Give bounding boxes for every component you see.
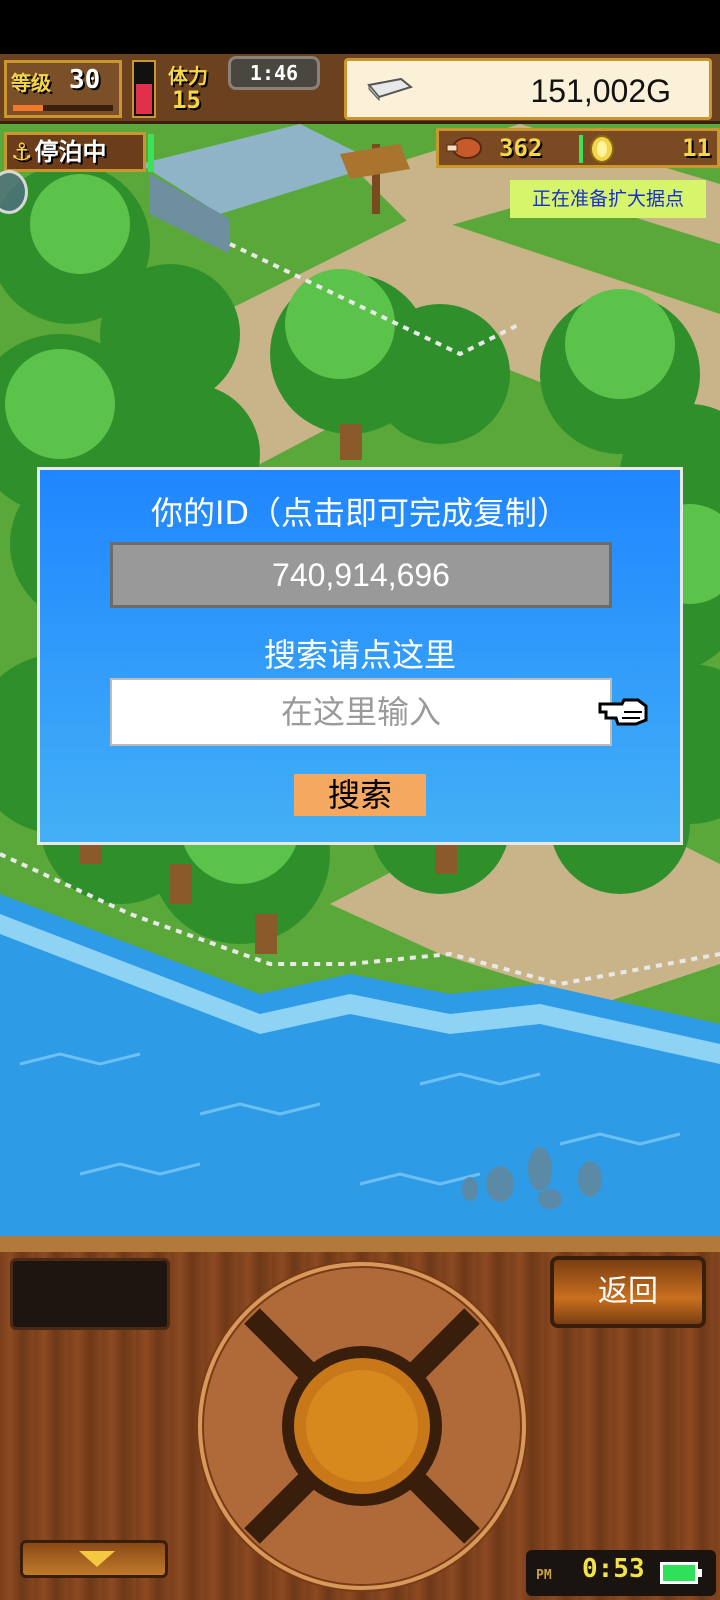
system-status-band	[0, 0, 720, 54]
anchored-label: 停泊中	[34, 138, 107, 166]
medal-icon	[590, 135, 614, 163]
xp-bar	[13, 105, 113, 111]
battery-icon	[660, 1562, 702, 1584]
clock-ampm: PM	[536, 1568, 552, 1583]
anchor-indicator	[148, 134, 154, 172]
expand-down-button[interactable]	[20, 1540, 168, 1578]
panel-top-trim	[0, 1236, 720, 1252]
ingot-icon	[367, 77, 413, 101]
meat-icon	[446, 137, 482, 159]
back-button[interactable]: 返回	[550, 1256, 706, 1328]
dialog-title: 你的ID（点击即可完成复制）	[150, 494, 570, 532]
stamina-gauge	[132, 60, 156, 118]
user-id-box[interactable]: 740,914,696	[110, 542, 612, 608]
stamina-value: 15	[172, 86, 201, 114]
search-button[interactable]: 搜索	[294, 774, 426, 816]
food-value: 362	[499, 134, 543, 162]
money-value: 151,002G	[530, 73, 671, 109]
money-panel[interactable]: 151,002G	[344, 58, 712, 120]
stamina-label: 体力	[168, 64, 208, 88]
info-screen-slot	[10, 1258, 170, 1330]
anchored-status[interactable]: ⚓停泊中	[4, 132, 146, 172]
friend-search-dialog: 你的ID（点击即可完成复制） 740,914,696 搜索请点这里 在这里输入 …	[37, 467, 683, 845]
resource-separator	[579, 135, 583, 163]
expand-base-notice[interactable]: 正在准备扩大据点	[510, 180, 706, 218]
medal-value: 11	[682, 134, 711, 162]
level-panel[interactable]: 等级 30	[4, 60, 122, 118]
top-hud: 等级 30 体力 15 1:46 151,002G	[0, 54, 720, 124]
search-prompt: 搜索请点这里	[263, 636, 456, 674]
clock-time: 0:53	[582, 1554, 645, 1584]
stamina-timer: 1:46	[228, 56, 320, 90]
stamina-panel[interactable]: 体力 15	[164, 60, 226, 118]
resource-bar[interactable]: 362 11	[436, 128, 720, 168]
pointing-hand-icon	[598, 698, 648, 726]
level-value: 30	[69, 65, 101, 95]
down-arrow-icon	[79, 1551, 115, 1567]
game-clock: PM 0:53	[526, 1550, 716, 1596]
level-label: 等级	[11, 71, 51, 95]
anchor-icon: ⚓	[11, 138, 33, 166]
stamina-gauge-fill	[136, 84, 152, 114]
xp-bar-fill	[13, 105, 43, 111]
dpad[interactable]	[192, 1256, 532, 1596]
search-input[interactable]: 在这里输入	[110, 678, 612, 746]
